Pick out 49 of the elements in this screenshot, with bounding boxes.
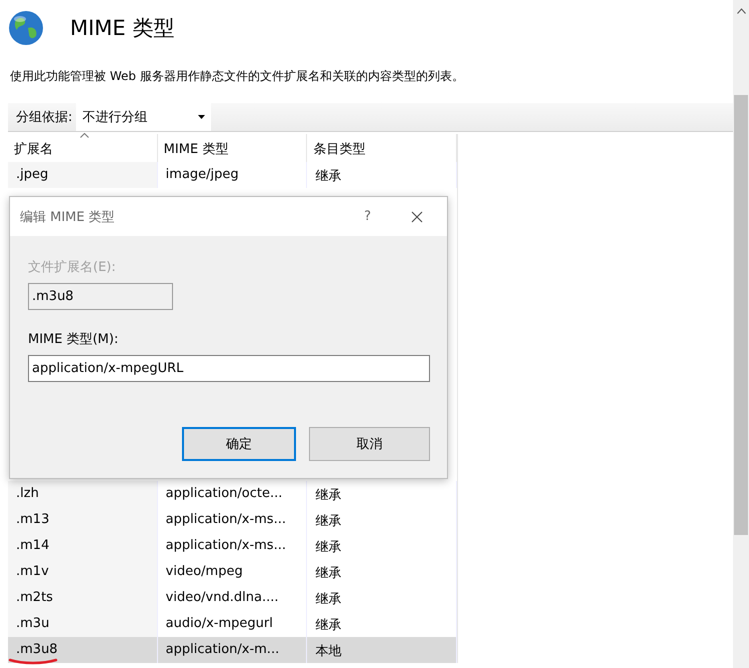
table-cell: .lzh (8, 481, 158, 507)
cancel-button[interactable]: 取消 (309, 427, 430, 461)
table-row[interactable]: .m3u8 application/x-m... 本地 (8, 637, 457, 663)
table-cell: video/mpeg (158, 559, 308, 585)
table-cell: .m3u (8, 611, 158, 637)
column-header[interactable]: MIME 类型 (158, 134, 308, 162)
close-icon[interactable] (411, 210, 423, 222)
table-cell: 继承 (307, 533, 458, 559)
table-row[interactable]: .lzh application/octe... 继承 (8, 481, 457, 507)
ok-button[interactable]: 确定 (182, 427, 296, 461)
table-cell: .m13 (8, 507, 158, 533)
table-cell: 继承 (307, 585, 458, 611)
caret-icon (198, 115, 206, 119)
table-row[interactable]: .m13 application/x-ms... 继承 (8, 507, 457, 533)
group-by-label: 分组依据: (15, 109, 72, 126)
table-cell: .m14 (8, 533, 158, 559)
table-cell: .m1v (8, 559, 158, 585)
group-by-dropdown[interactable]: 不进行分组 (76, 103, 212, 131)
table-row[interactable]: .m14 application/x-ms... 继承 (8, 533, 457, 559)
globe-icon (8, 10, 44, 46)
table-cell: application/x-ms... (158, 533, 308, 559)
page-title: MIME 类型 (70, 15, 174, 42)
table-cell: application/x-ms... (158, 507, 308, 533)
field-label: MIME 类型(M): (28, 331, 118, 348)
table-cell: application/x-m... (158, 637, 308, 663)
mime-type-field[interactable]: application/x-mpegURL (28, 355, 430, 382)
underline-mark (8, 657, 58, 665)
page-description: 使用此功能管理被 Web 服务器用作静态文件的文件扩展名和关联的内容类型的列表。 (9, 68, 465, 85)
table-cell: 本地 (307, 637, 458, 663)
table-row[interactable]: .m1v video/mpeg 继承 (8, 559, 457, 585)
table-cell: .jpeg (8, 162, 158, 188)
scroll-up-icon[interactable] (737, 8, 746, 14)
table-cell: 继承 (307, 559, 458, 585)
table-row[interactable]: .m2ts video/vnd.dlna.... 继承 (8, 585, 457, 611)
table-row[interactable]: .m3u audio/x-mpegurl 继承 (8, 611, 457, 637)
table-cell: 继承 (307, 507, 458, 533)
table-cell: video/vnd.dlna.... (158, 585, 308, 611)
field-label: 文件扩展名(E): (28, 259, 116, 276)
table-cell: .m2ts (8, 585, 158, 611)
dialog-title: 编辑 MIME 类型 (20, 208, 116, 226)
table-row[interactable]: .jpeg image/jpeg 继承 (8, 162, 457, 188)
table-cell: image/jpeg (158, 162, 308, 188)
scrollbar[interactable] (733, 0, 749, 668)
table-cell: 继承 (307, 481, 458, 507)
column-header[interactable]: 条目类型 (307, 134, 458, 162)
table-cell: 继承 (307, 162, 458, 188)
help-button[interactable]: ? (364, 209, 371, 224)
scroll-thumb[interactable] (734, 95, 748, 535)
table-cell: application/octe... (158, 481, 308, 507)
